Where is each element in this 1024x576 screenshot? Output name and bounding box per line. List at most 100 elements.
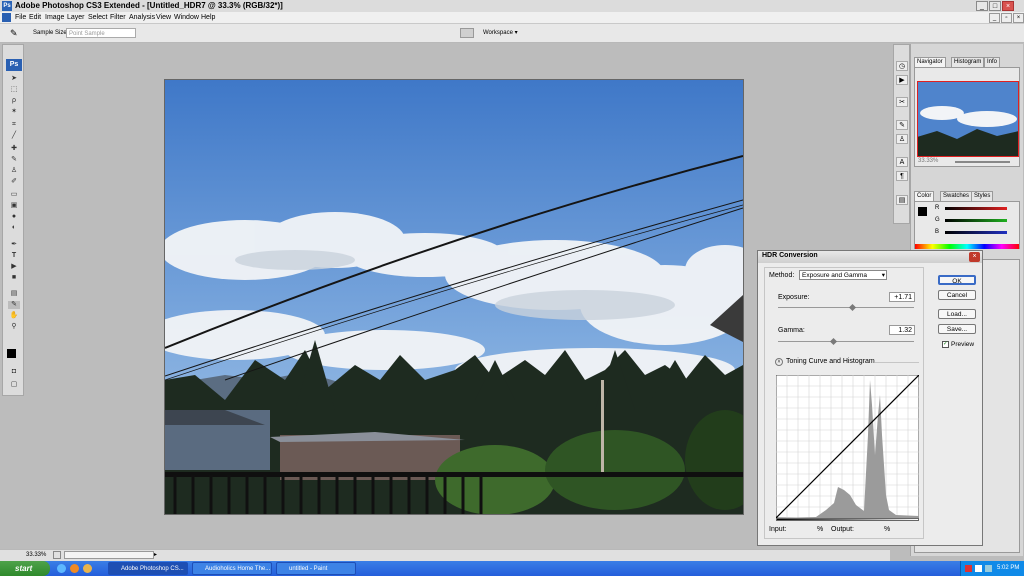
navigator-zoom[interactable]: 33.33%: [918, 158, 938, 164]
magic-wand-tool-icon[interactable]: ✶: [8, 108, 20, 116]
quicklaunch-ie-icon[interactable]: [57, 564, 66, 573]
menu-edit[interactable]: Edit: [29, 12, 41, 23]
maximize-button[interactable]: □: [989, 1, 1001, 11]
dialog-close-button[interactable]: ×: [969, 252, 980, 262]
history-panel-icon[interactable]: ◷: [896, 61, 908, 71]
type-tool-icon[interactable]: T: [8, 252, 20, 260]
gamma-slider-track[interactable]: [778, 341, 914, 342]
gamma-input[interactable]: 1.32: [889, 325, 915, 335]
document-icon[interactable]: [2, 13, 11, 22]
eyedropper-tool-icon[interactable]: ✎: [8, 301, 20, 309]
brushes-panel-icon[interactable]: ✎: [896, 120, 908, 130]
tray-network-icon[interactable]: [975, 565, 982, 572]
tray-alert-icon[interactable]: [965, 565, 972, 572]
tab-color[interactable]: Color: [914, 191, 935, 201]
tab-styles[interactable]: Styles: [971, 191, 994, 201]
doc-close-button[interactable]: ×: [1013, 13, 1024, 23]
taskbar-item-audioholics[interactable]: Audioholics Home The...: [192, 562, 272, 575]
workspace-menu[interactable]: Workspace ▾: [483, 29, 518, 36]
menu-file[interactable]: File: [15, 12, 26, 23]
quick-mask-icon[interactable]: ◘: [8, 368, 20, 376]
dodge-tool-icon[interactable]: ◐: [8, 224, 20, 232]
lasso-tool-icon[interactable]: ρ: [8, 97, 20, 105]
eraser-tool-icon[interactable]: ▭: [8, 191, 20, 199]
exposure-slider-track[interactable]: [778, 307, 914, 308]
color-spectrum[interactable]: [915, 244, 1019, 249]
ok-button[interactable]: OK: [938, 275, 976, 285]
pen-tool-icon[interactable]: ✒: [8, 241, 20, 249]
menu-help[interactable]: Help: [201, 12, 215, 23]
window-title: Adobe Photoshop CS3 Extended - [Untitled…: [15, 1, 283, 10]
tab-histogram[interactable]: Histogram: [951, 57, 985, 67]
status-scrollbar[interactable]: [64, 551, 154, 559]
exposure-input[interactable]: +1.71: [889, 292, 915, 302]
toning-collapse-icon[interactable]: ˄: [775, 358, 783, 366]
save-button[interactable]: Save...: [938, 324, 976, 334]
move-tool-icon[interactable]: ➤: [8, 75, 20, 83]
toning-curve-graph[interactable]: [776, 375, 919, 518]
paragraph-panel-icon[interactable]: ¶: [896, 171, 908, 181]
quicklaunch-media-icon[interactable]: [83, 564, 92, 573]
minimize-button[interactable]: _: [976, 1, 988, 11]
start-button[interactable]: start: [0, 561, 50, 576]
ps-logo[interactable]: Ps: [6, 59, 22, 71]
zoom-tool-icon[interactable]: ⚲: [8, 323, 20, 331]
tool-presets-icon[interactable]: ✂: [896, 97, 908, 107]
preview-checkbox[interactable]: ✓: [942, 341, 949, 348]
slice-tool-icon[interactable]: ╱: [8, 132, 20, 140]
method-select[interactable]: Exposure and Gamma ▾: [799, 270, 887, 280]
quicklaunch-firefox-icon[interactable]: [70, 564, 79, 573]
foreground-color-swatch[interactable]: [7, 349, 16, 358]
doc-minimize-button[interactable]: _: [989, 13, 1000, 23]
history-brush-icon[interactable]: ✐: [8, 178, 20, 186]
menu-analysis[interactable]: Analysis: [129, 12, 155, 23]
eyedropper-icon[interactable]: ✎: [10, 28, 20, 38]
close-button[interactable]: ×: [1002, 1, 1014, 11]
clone-source-icon[interactable]: ♙: [896, 134, 908, 144]
hand-tool-icon[interactable]: ✋: [8, 312, 20, 320]
notes-tool-icon[interactable]: ▤: [8, 290, 20, 298]
screen-mode-icon[interactable]: ▢: [8, 381, 20, 389]
brush-tool-icon[interactable]: ✎: [8, 156, 20, 164]
menu-select[interactable]: Select: [88, 12, 107, 23]
taskbar-item-photoshop[interactable]: Adobe Photoshop CS...: [108, 562, 188, 575]
marquee-tool-icon[interactable]: ⬚: [8, 86, 20, 94]
sample-size-select[interactable]: Point Sample: [66, 28, 136, 38]
navigator-zoom-slider[interactable]: [955, 161, 1010, 163]
tray-volume-icon[interactable]: [985, 565, 992, 572]
status-zoom[interactable]: 33.33%: [26, 552, 46, 558]
tab-info[interactable]: Info: [984, 57, 1001, 67]
load-button[interactable]: Load...: [938, 309, 976, 319]
menu-filter[interactable]: Filter: [110, 12, 126, 23]
menu-layer[interactable]: Layer: [67, 12, 85, 23]
clone-stamp-icon[interactable]: ♙: [8, 167, 20, 175]
menu-view[interactable]: View: [156, 12, 171, 23]
status-info-icon[interactable]: [53, 551, 61, 559]
path-selection-icon[interactable]: ▶: [8, 263, 20, 271]
photoshop-app-icon[interactable]: Ps: [2, 1, 12, 11]
taskbar-item-paint[interactable]: untitled - Paint: [276, 562, 356, 575]
menu-image[interactable]: Image: [45, 12, 64, 23]
menu-window[interactable]: Window: [174, 12, 199, 23]
layer-comps-icon[interactable]: ▤: [896, 195, 908, 205]
status-arrow-icon[interactable]: ▸: [154, 551, 161, 559]
green-slider[interactable]: [945, 219, 1007, 222]
gradient-tool-icon[interactable]: ▣: [8, 202, 20, 210]
blue-slider[interactable]: [945, 231, 1007, 234]
dialog-title-bar[interactable]: HDR Conversion ×: [758, 251, 982, 263]
color-foreground-swatch[interactable]: [918, 207, 927, 216]
red-slider[interactable]: [945, 207, 1007, 210]
doc-restore-button[interactable]: ▫: [1001, 13, 1012, 23]
shape-tool-icon[interactable]: ■: [8, 274, 20, 282]
crop-tool-icon[interactable]: ⌗: [8, 121, 20, 129]
actions-panel-icon[interactable]: ▶: [896, 75, 908, 85]
cancel-button[interactable]: Cancel: [938, 290, 976, 300]
bridge-icon[interactable]: [460, 28, 474, 38]
healing-brush-icon[interactable]: ✚: [8, 145, 20, 153]
tab-swatches[interactable]: Swatches: [940, 191, 973, 201]
blur-tool-icon[interactable]: ●: [8, 213, 20, 221]
tab-navigator[interactable]: Navigator: [914, 57, 946, 67]
navigator-thumbnail[interactable]: [917, 81, 1019, 157]
character-panel-icon[interactable]: A: [896, 157, 908, 167]
image-canvas[interactable]: [164, 79, 744, 515]
